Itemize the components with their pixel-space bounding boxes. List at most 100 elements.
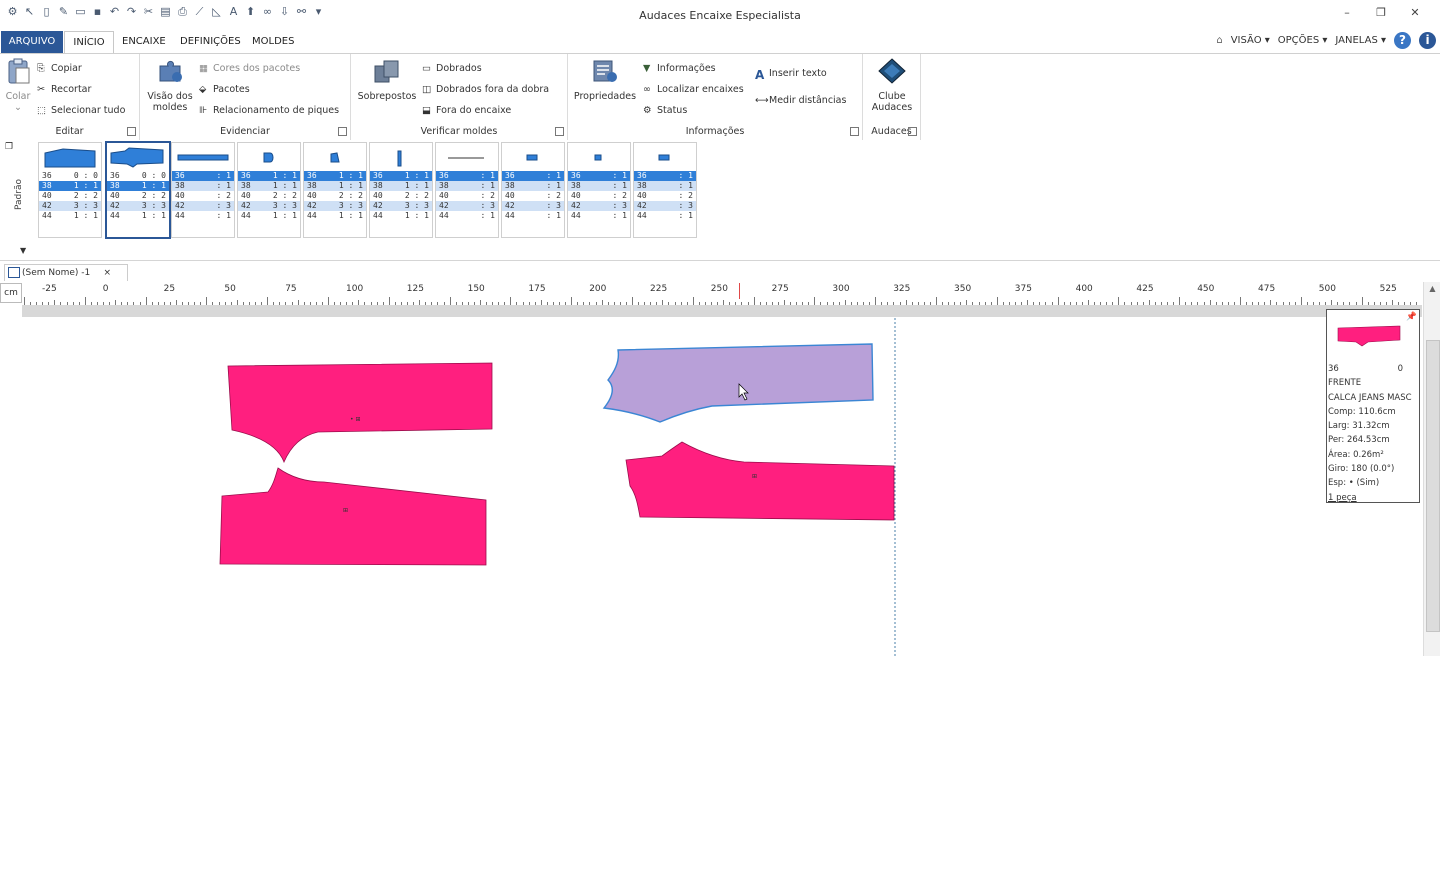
tab-moldes[interactable]: MOLDES xyxy=(245,31,301,53)
close-button[interactable]: ✕ xyxy=(1398,4,1432,22)
piece-card[interactable]: 36: 1 38: 1 40: 2 42: 3 44: 1 xyxy=(567,142,631,238)
ruler-tick xyxy=(461,302,463,305)
size-quantity: 3 : 3 xyxy=(338,201,363,210)
piece-card[interactable]: 36: 1 38: 1 40: 2 42: 3 44: 1 xyxy=(435,142,499,238)
piece-mark: ⊞ xyxy=(343,507,348,514)
dobrados-button[interactable]: ▭ Dobrados xyxy=(422,63,482,74)
help-icon[interactable]: ? xyxy=(1394,32,1411,49)
medir-distancias-button[interactable]: ⟷ Medir distâncias xyxy=(755,95,846,106)
ruler-label: 325 xyxy=(893,284,911,294)
inserir-texto-button[interactable]: A Inserir texto xyxy=(755,68,827,82)
ruler-tick xyxy=(492,302,494,305)
size-label: 44 xyxy=(571,211,581,220)
tab-inicio[interactable]: INÍCIO xyxy=(64,31,114,54)
ruler-tick xyxy=(552,302,554,305)
minimize-button[interactable]: – xyxy=(1330,4,1364,22)
ruler-label: 150 xyxy=(467,284,485,294)
ruler-tick xyxy=(893,302,895,305)
measure-distance-icon: ⟷ xyxy=(755,95,769,106)
restore-button[interactable]: ❐ xyxy=(1364,4,1398,22)
size-label: 42 xyxy=(439,201,449,210)
size-quantity: : 1 xyxy=(546,171,561,180)
piece-back-lower[interactable] xyxy=(219,467,487,566)
menu-opcoes[interactable]: OPÇÕES ▾ xyxy=(1278,35,1328,46)
propriedades-button[interactable]: Propriedades xyxy=(572,58,638,102)
ruler-tick xyxy=(650,302,652,305)
verificar-launcher-icon[interactable] xyxy=(555,127,564,136)
visao-moldes-button[interactable]: Visão dos moldes xyxy=(146,58,194,113)
audaces-launcher-icon[interactable] xyxy=(908,127,917,136)
ruler-tick xyxy=(182,302,184,305)
piece-card[interactable]: 36: 1 38: 1 40: 2 42: 3 44: 1 xyxy=(501,142,565,238)
tab-definicoes[interactable]: DEFINIÇÕES xyxy=(173,31,248,53)
editar-launcher-icon[interactable] xyxy=(127,127,136,136)
marker-canvas[interactable]: • ⊞ ⊞ ⊞ xyxy=(0,318,1424,656)
fora-encaixe-button[interactable]: ⬓ Fora do encaixe xyxy=(422,105,511,116)
informacoes-launcher-icon[interactable] xyxy=(850,127,859,136)
status-button[interactable]: ⚙ Status xyxy=(643,105,687,116)
ruler-tick xyxy=(1325,302,1327,305)
ruler-tick xyxy=(486,302,488,305)
document-tab[interactable]: (Sem Nome) -1 × xyxy=(4,264,128,281)
menu-janelas[interactable]: JANELAS ▾ xyxy=(1335,35,1386,46)
piece-front-upper[interactable] xyxy=(227,362,493,464)
info-esp: Esp: • (Sim) xyxy=(1328,478,1380,489)
padrao-dropdown-icon[interactable]: ▼ xyxy=(20,246,26,255)
ruler-tick xyxy=(1300,297,1302,305)
color-packages-icon: ▦ xyxy=(199,63,208,74)
strip-restore-icon[interactable]: ❐ xyxy=(5,142,13,152)
size-label: 40 xyxy=(373,191,383,200)
piece-card[interactable]: 36: 1 38: 1 40: 2 42: 3 44: 1 xyxy=(633,142,697,238)
localizar-encaixes-button[interactable]: ∞ Localizar encaixes xyxy=(643,84,744,95)
menu-visao[interactable]: VISÃO ▾ xyxy=(1231,35,1270,46)
piece-back-right[interactable] xyxy=(625,441,895,521)
ruler-tick xyxy=(1252,302,1254,305)
vertical-scrollbar[interactable]: ▲ xyxy=(1423,282,1440,656)
unit-selector[interactable]: cm xyxy=(0,283,22,303)
piece-card[interactable]: 36 0 : 0 38 1 : 1 40 2 : 2 42 3 : 3 44 1 : 1 xyxy=(105,141,171,239)
piece-thumbnail-icon xyxy=(172,143,234,171)
size-row: 40 2 : 2 xyxy=(107,191,169,201)
ruler-tick xyxy=(285,302,287,305)
piece-front-selected[interactable] xyxy=(602,343,874,423)
document-close-icon[interactable]: × xyxy=(103,265,111,281)
clube-audaces-button[interactable]: Clube Audaces xyxy=(867,58,917,113)
tab-encaixe[interactable]: ENCAIXE xyxy=(115,31,173,53)
colar-button[interactable]: Colar ⌄ xyxy=(4,58,32,113)
relacionamento-piques-button[interactable]: ⊪ Relacionamento de piques xyxy=(199,105,339,116)
piece-card[interactable]: 36: 1 38: 1 40: 2 42: 3 44: 1 xyxy=(171,142,235,238)
ruler-tick xyxy=(942,302,944,305)
ruler-tick xyxy=(194,302,196,305)
copiar-button[interactable]: ⎘ Copiar xyxy=(37,63,82,74)
recortar-button[interactable]: ✂ Recortar xyxy=(37,84,91,95)
ruler-tick xyxy=(255,302,257,305)
tab-arquivo[interactable]: ARQUIVO xyxy=(1,31,63,53)
ruler-tick xyxy=(36,302,38,305)
cores-pacotes-button[interactable]: ▦ Cores dos pacotes xyxy=(199,63,300,74)
ruler-tick xyxy=(1185,302,1187,305)
piece-card[interactable]: 36 1 : 1 38 1 : 1 40 2 : 2 42 3 : 3 44 1 : 1 xyxy=(237,142,301,238)
size-row: 38 1 : 1 xyxy=(39,181,101,191)
ruler-tick xyxy=(1063,302,1065,305)
evidenciar-launcher-icon[interactable] xyxy=(338,127,347,136)
piece-card[interactable]: 36 1 : 1 38 1 : 1 40 2 : 2 42 3 : 3 44 1 : 1 xyxy=(369,142,433,238)
ruler-tick xyxy=(1002,302,1004,305)
ruler-tick xyxy=(1075,302,1077,305)
piece-card[interactable]: 36 1 : 1 38 1 : 1 40 2 : 2 42 3 : 3 44 1 : 1 xyxy=(303,142,367,238)
pacotes-button[interactable]: ⬙ Pacotes xyxy=(199,84,250,95)
scroll-thumb[interactable] xyxy=(1426,340,1440,632)
size-row: 36: 1 xyxy=(502,171,564,181)
dobrados-fora-button[interactable]: ◫ Dobrados fora da dobra xyxy=(422,84,549,95)
selecionar-tudo-button[interactable]: ⬚ Selecionar tudo xyxy=(37,105,125,116)
scroll-up-icon[interactable]: ▲ xyxy=(1424,284,1440,293)
sobrepostos-button[interactable]: Sobrepostos xyxy=(357,58,417,102)
pin-icon[interactable]: 📌 xyxy=(1406,310,1417,324)
ruler-tick xyxy=(759,302,761,305)
ruler-tick xyxy=(303,302,305,305)
info-icon[interactable]: i xyxy=(1419,32,1436,49)
piece-card[interactable]: 36 0 : 0 38 1 : 1 40 2 : 2 42 3 : 3 44 1 : 1 xyxy=(38,142,102,238)
informacoes-button[interactable]: ▼ Informações xyxy=(643,63,716,74)
ruler-tick xyxy=(394,302,396,305)
padrao-label[interactable]: Padrão xyxy=(14,179,24,210)
home-icon[interactable]: ⌂ xyxy=(1216,35,1222,46)
